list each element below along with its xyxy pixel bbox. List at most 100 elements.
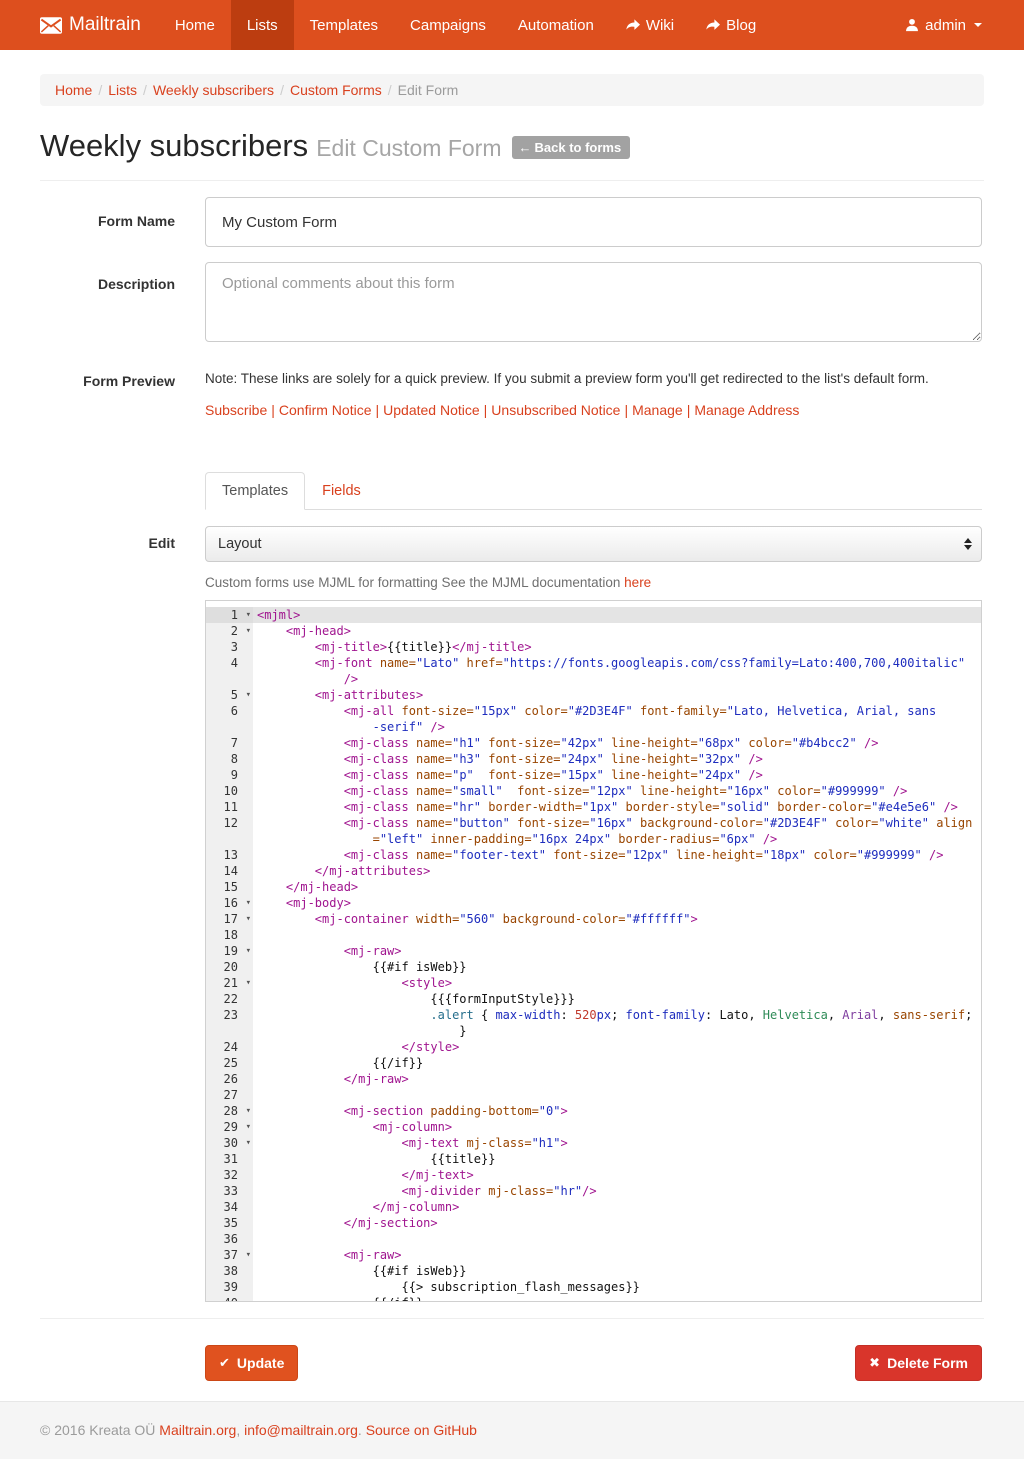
- user-label: admin: [925, 17, 966, 34]
- gutter-cell[interactable]: 22: [206, 991, 253, 1007]
- tab-templates[interactable]: Templates: [205, 472, 305, 510]
- nav-link-wiki[interactable]: Wiki: [610, 0, 690, 50]
- preview-link-subscribe[interactable]: Subscribe: [205, 402, 267, 418]
- gutter-cell[interactable]: [206, 831, 253, 847]
- code-line: </mj-head>: [253, 879, 358, 895]
- user-menu[interactable]: admin: [890, 0, 1024, 50]
- gutter-cell[interactable]: 24: [206, 1039, 253, 1055]
- nav-link-templates[interactable]: Templates: [294, 0, 394, 50]
- code-line: <mj-column>: [253, 1119, 452, 1135]
- gutter-cell[interactable]: 33: [206, 1183, 253, 1199]
- update-button[interactable]: ✔Update: [205, 1345, 298, 1381]
- gutter-cell[interactable]: 17▾: [206, 911, 253, 927]
- nav-link-home[interactable]: Home: [159, 0, 231, 50]
- gutter-cell[interactable]: 23: [206, 1007, 253, 1023]
- code-line: <mj-class name="p" font-size="15px" line…: [253, 767, 763, 783]
- gutter-cell[interactable]: 10: [206, 783, 253, 799]
- code-row: 6 <mj-all font-size="15px" color="#2D3E4…: [206, 703, 981, 719]
- fold-arrow-icon[interactable]: ▾: [246, 1103, 251, 1119]
- fold-arrow-icon[interactable]: ▾: [246, 975, 251, 991]
- breadcrumb-link-weekly-subscribers[interactable]: Weekly subscribers: [153, 82, 274, 98]
- gutter-cell[interactable]: 19▾: [206, 943, 253, 959]
- gutter-cell[interactable]: 14: [206, 863, 253, 879]
- selected-template: Layout: [218, 536, 262, 552]
- gutter-cell[interactable]: 8: [206, 751, 253, 767]
- gutter-cell[interactable]: 25: [206, 1055, 253, 1071]
- breadcrumb-link-custom-forms[interactable]: Custom Forms: [290, 82, 382, 98]
- gutter-cell[interactable]: [206, 671, 253, 687]
- code-line: <mj-raw>: [253, 1247, 402, 1263]
- fold-arrow-icon[interactable]: ▾: [246, 687, 251, 703]
- form-name-input[interactable]: [205, 197, 982, 247]
- gutter-cell[interactable]: 12: [206, 815, 253, 831]
- preview-link-updated-notice[interactable]: Updated Notice: [383, 402, 480, 418]
- nav-link-blog[interactable]: Blog: [690, 0, 772, 50]
- gutter-cell[interactable]: 4: [206, 655, 253, 671]
- gutter-cell[interactable]: 20: [206, 959, 253, 975]
- fold-arrow-icon[interactable]: ▾: [246, 911, 251, 927]
- gutter-cell[interactable]: 32: [206, 1167, 253, 1183]
- mailtrain-org-link[interactable]: Mailtrain.org: [159, 1422, 236, 1438]
- gutter-cell[interactable]: 34: [206, 1199, 253, 1215]
- gutter-cell[interactable]: [206, 719, 253, 735]
- gutter-cell[interactable]: 30▾: [206, 1135, 253, 1151]
- gutter-cell[interactable]: 15: [206, 879, 253, 895]
- fold-arrow-icon[interactable]: ▾: [246, 895, 251, 911]
- gutter-cell[interactable]: 1▾: [206, 607, 253, 623]
- gutter-cell[interactable]: 2▾: [206, 623, 253, 639]
- gutter-cell[interactable]: 11: [206, 799, 253, 815]
- gutter-cell[interactable]: 37▾: [206, 1247, 253, 1263]
- nav-link-lists[interactable]: Lists: [231, 0, 294, 50]
- gutter-cell[interactable]: 27: [206, 1087, 253, 1103]
- gutter-cell[interactable]: 3: [206, 639, 253, 655]
- code-editor[interactable]: 1▾<mjml>2▾ <mj-head>3 <mj-title>{{title}…: [205, 600, 982, 1302]
- gutter-cell[interactable]: 16▾: [206, 895, 253, 911]
- fold-arrow-icon[interactable]: ▾: [246, 943, 251, 959]
- delete-form-button[interactable]: ✖Delete Form: [855, 1345, 982, 1381]
- gutter-cell[interactable]: 5▾: [206, 687, 253, 703]
- gutter-cell[interactable]: 13: [206, 847, 253, 863]
- nav-link-campaigns[interactable]: Campaigns: [394, 0, 502, 50]
- gutter-cell[interactable]: 31: [206, 1151, 253, 1167]
- gutter-cell[interactable]: 28▾: [206, 1103, 253, 1119]
- brand-link[interactable]: Mailtrain: [40, 0, 141, 50]
- gutter-cell[interactable]: 26: [206, 1071, 253, 1087]
- breadcrumb-link-lists[interactable]: Lists: [108, 82, 137, 98]
- fold-arrow-icon[interactable]: ▾: [246, 607, 251, 623]
- github-source-link[interactable]: Source on GitHub: [366, 1422, 477, 1438]
- description-textarea[interactable]: [205, 262, 982, 342]
- back-to-forms-button[interactable]: ←Back to forms: [512, 136, 631, 159]
- breadcrumb-link-home[interactable]: Home: [55, 82, 92, 98]
- gutter-cell[interactable]: 35: [206, 1215, 253, 1231]
- gutter-cell[interactable]: 39: [206, 1279, 253, 1295]
- preview-link-manage[interactable]: Manage: [632, 402, 683, 418]
- gutter-cell[interactable]: 21▾: [206, 975, 253, 991]
- edit-template-select[interactable]: Layout: [205, 526, 982, 562]
- code-line: <mj-body>: [253, 895, 351, 911]
- fold-arrow-icon[interactable]: ▾: [246, 1247, 251, 1263]
- preview-link-manage-address[interactable]: Manage Address: [694, 402, 799, 418]
- code-row: 31 {{title}}: [206, 1151, 981, 1167]
- preview-link-confirm-notice[interactable]: Confirm Notice: [279, 402, 372, 418]
- gutter-cell[interactable]: 36: [206, 1231, 253, 1247]
- nav-link-automation[interactable]: Automation: [502, 0, 610, 50]
- gutter-cell[interactable]: 29▾: [206, 1119, 253, 1135]
- email-link[interactable]: info@mailtrain.org: [244, 1422, 358, 1438]
- fold-arrow-icon[interactable]: ▾: [246, 623, 251, 639]
- gutter-cell[interactable]: 9: [206, 767, 253, 783]
- gutter-cell[interactable]: 40: [206, 1295, 253, 1302]
- actions-row: ✔Update ✖Delete Form: [205, 1345, 982, 1381]
- fold-arrow-icon[interactable]: ▾: [246, 1135, 251, 1151]
- mjml-docs-link[interactable]: here: [624, 575, 651, 590]
- code-row: 38 {{#if isWeb}}: [206, 1263, 981, 1279]
- tab-fields[interactable]: Fields: [305, 472, 378, 510]
- gutter-cell[interactable]: 38: [206, 1263, 253, 1279]
- gutter-cell[interactable]: 6: [206, 703, 253, 719]
- gutter-cell[interactable]: [206, 1023, 253, 1039]
- preview-link-unsubscribed-notice[interactable]: Unsubscribed Notice: [491, 402, 620, 418]
- preview-note: Note: These links are solely for a quick…: [205, 371, 982, 386]
- gutter-cell[interactable]: 7: [206, 735, 253, 751]
- fold-arrow-icon[interactable]: ▾: [246, 1119, 251, 1135]
- code-row: 17▾ <mj-container width="560" background…: [206, 911, 981, 927]
- gutter-cell[interactable]: 18: [206, 927, 253, 943]
